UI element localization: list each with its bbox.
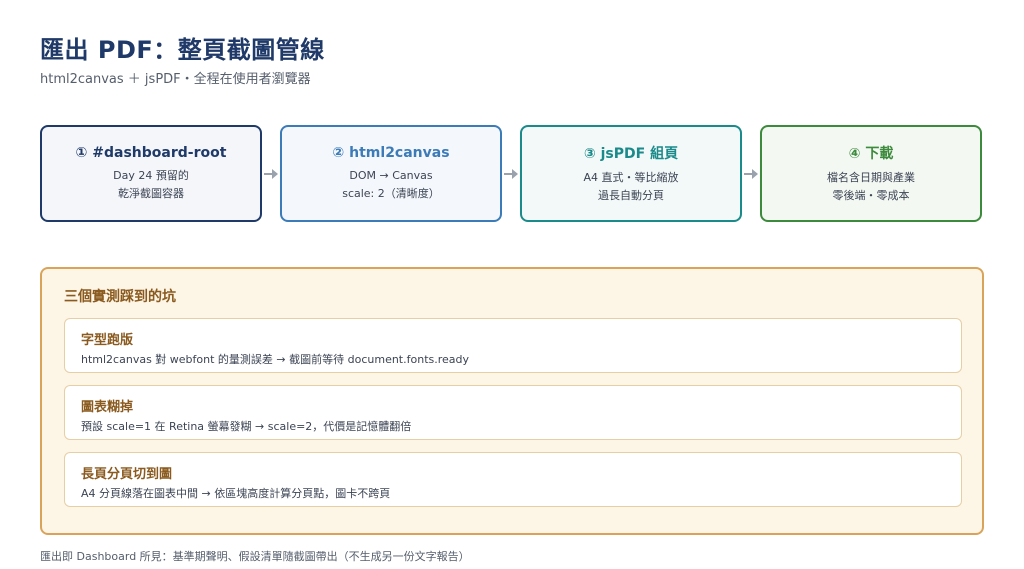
page-title: 匯出 PDF：整頁截圖管線	[40, 36, 325, 64]
step-download: ④ 下載 檔名含日期與產業 零後端・零成本	[760, 125, 982, 222]
page-subtitle: html2canvas ＋ jsPDF・全程在使用者瀏覽器	[40, 72, 311, 87]
pitfall-body: A4 分頁線落在圖表中間 → 依區塊高度計算分頁點，圖卡不跨頁	[81, 487, 391, 500]
step-line-2: scale: 2（清晰度）	[342, 186, 440, 200]
arrow-right-icon	[742, 168, 760, 180]
step-title: ④ 下載	[848, 145, 894, 162]
arrow-right-icon	[502, 168, 520, 180]
arrow-right-icon	[262, 168, 280, 180]
step-line-2: 乾淨截圖容器	[118, 186, 184, 200]
footer-note: 匯出即 Dashboard 所見：基準期聲明、假設清單隨截圖帶出（不生成另一份文…	[40, 550, 470, 563]
step-title: ③ jsPDF 組頁	[583, 145, 679, 162]
step-title: ② html2canvas	[332, 144, 450, 161]
step-line-1: A4 直式・等比縮放	[583, 170, 679, 184]
step-title: ① #dashboard-root	[75, 144, 227, 161]
pitfalls-title: 三個實測踩到的坑	[64, 289, 176, 305]
step-dashboard-root: ① #dashboard-root Day 24 預留的 乾淨截圖容器	[40, 125, 262, 222]
pitfall-body: 預設 scale=1 在 Retina 螢幕發糊 → scale=2，代價是記憶…	[81, 420, 412, 433]
step-line-1: 檔名含日期與產業	[827, 170, 915, 184]
pitfalls-panel: 三個實測踩到的坑 字型跑版 html2canvas 對 webfont 的量測誤…	[40, 267, 984, 535]
pipeline-flow: ① #dashboard-root Day 24 預留的 乾淨截圖容器 ② ht…	[40, 125, 984, 222]
pitfall-card: 圖表糊掉 預設 scale=1 在 Retina 螢幕發糊 → scale=2，…	[64, 385, 962, 440]
step-line-1: DOM → Canvas	[349, 168, 433, 182]
pitfall-card: 長頁分頁切到圖 A4 分頁線落在圖表中間 → 依區塊高度計算分頁點，圖卡不跨頁	[64, 452, 962, 507]
step-jspdf: ③ jsPDF 組頁 A4 直式・等比縮放 過長自動分頁	[520, 125, 742, 222]
pitfall-title: 字型跑版	[81, 333, 134, 348]
step-line-2: 過長自動分頁	[598, 188, 664, 202]
pitfall-card: 字型跑版 html2canvas 對 webfont 的量測誤差 → 截圖前等待…	[64, 318, 962, 373]
step-line-2: 零後端・零成本	[832, 188, 910, 202]
pitfall-body: html2canvas 對 webfont 的量測誤差 → 截圖前等待 docu…	[81, 353, 470, 366]
pitfall-title: 圖表糊掉	[81, 400, 134, 415]
step-html2canvas: ② html2canvas DOM → Canvas scale: 2（清晰度）	[280, 125, 502, 222]
step-line-1: Day 24 預留的	[113, 168, 189, 182]
pitfall-title: 長頁分頁切到圖	[81, 467, 173, 482]
